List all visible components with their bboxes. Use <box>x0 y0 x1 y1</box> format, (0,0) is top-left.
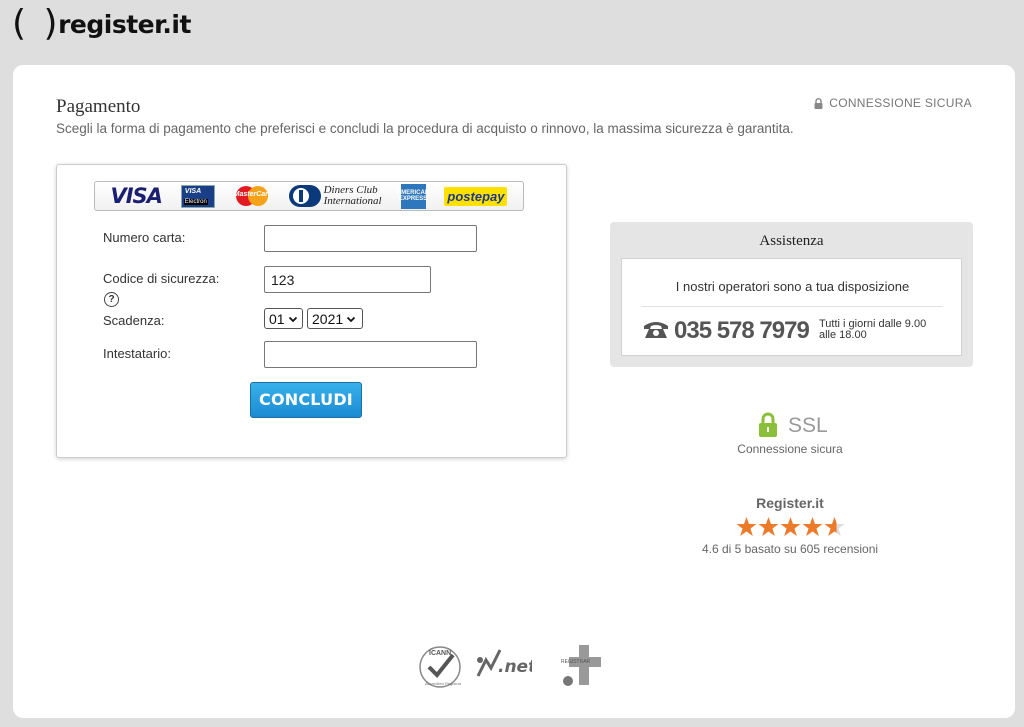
svg-text:Accredited Registrar: Accredited Registrar <box>425 681 462 686</box>
expiry-month-value: 01 <box>269 310 285 327</box>
ssl-label: SSL <box>788 414 828 437</box>
phone-number[interactable]: 035 578 7979 <box>674 317 810 345</box>
lock-icon <box>814 97 823 109</box>
expiry-year-value: 2021 <box>312 310 344 327</box>
star-icon <box>802 517 822 536</box>
ssl-caption: Connessione sicura <box>737 442 843 456</box>
accepted-cards-strip: VISA VISA Electron MasterCard Diners Clu… <box>94 181 524 211</box>
rating-widget[interactable]: Register.it 4.6 di 5 basato su 605 recen… <box>690 495 890 556</box>
secure-connection-label: CONNESSIONE SICURA <box>829 96 972 110</box>
postepay-logo: postepay <box>444 186 508 206</box>
card-number-input[interactable] <box>264 225 477 252</box>
holder-input[interactable] <box>264 341 477 368</box>
assistance-title: Assistenza <box>759 233 824 249</box>
svg-text:ICANN: ICANN <box>429 650 451 657</box>
chevron-down-icon <box>288 316 297 322</box>
rating-caption: 4.6 di 5 basato su 605 recensioni <box>701 542 879 556</box>
rating-stars <box>690 516 890 538</box>
secure-connection-indicator: CONNESSIONE SICURA <box>814 96 972 110</box>
expiry-label: Scadenza: <box>103 313 165 328</box>
rating-title: Register.it <box>756 495 824 511</box>
page-subtitle: Scegli la forma di pagamento che preferi… <box>56 121 794 136</box>
divider <box>641 306 943 307</box>
expiry-year-select[interactable]: 2021 <box>307 308 363 329</box>
payment-form-box: VISA VISA Electron MasterCard Diners Clu… <box>56 164 567 458</box>
mastercard-logo: MasterCard <box>234 185 272 207</box>
dot-net-logo: .net <box>476 649 532 677</box>
svg-text:REGISTRAR: REGISTRAR <box>561 659 591 665</box>
svg-text:.net: .net <box>498 657 532 677</box>
registrar-it-logo: REGISTRAR <box>561 645 601 686</box>
assistance-message: I nostri operatori sono a tua disposizio… <box>675 279 910 294</box>
help-icon[interactable]: ? <box>104 292 119 307</box>
page-title: Pagamento <box>56 96 141 117</box>
phone-icon <box>644 322 668 338</box>
lock-icon <box>759 412 777 437</box>
star-icon <box>824 517 844 536</box>
assistance-content: I nostri operatori sono a tua disposizio… <box>621 258 962 356</box>
expiry-month-select[interactable]: 01 <box>264 308 303 329</box>
star-icon <box>780 517 800 536</box>
icann-accredited-logo: ICANN Accredited Registrar <box>419 646 462 688</box>
chevron-down-icon <box>347 316 356 322</box>
brand-name: register.it <box>58 9 191 39</box>
visa-logo: VISA <box>110 184 162 208</box>
concludi-button[interactable]: CONCLUDI <box>250 382 362 418</box>
american-express-logo: AMERICAN EXPRESS <box>397 183 429 209</box>
star-icon <box>758 517 778 536</box>
holder-label: Intestatario: <box>103 346 171 361</box>
assistance-panel: Assistenza I nostri operatori sono a tua… <box>610 222 973 367</box>
card-number-label: Numero carta: <box>103 230 186 245</box>
support-hours: Tutti i giorni dalle 9.00 alle 18.00 <box>819 318 927 341</box>
star-icon <box>736 517 756 536</box>
visa-electron-logo: VISA Electron <box>180 184 215 208</box>
payment-card: Pagamento Scegli la forma di pagamento c… <box>13 65 1015 718</box>
register-it-logo[interactable]: () register.it <box>12 6 191 42</box>
diners-club-logo: Diners Club International <box>288 185 382 207</box>
security-code-input[interactable] <box>264 266 431 293</box>
security-code-label: Codice di sicurezza: <box>103 271 220 286</box>
